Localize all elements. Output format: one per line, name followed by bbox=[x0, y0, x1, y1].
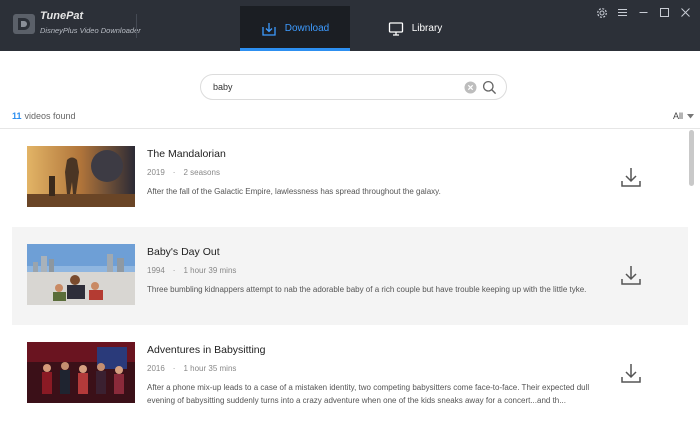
video-info: The Mandalorian 2019 · 2 seasons After t… bbox=[147, 148, 602, 198]
filter-dropdown[interactable]: All bbox=[673, 111, 694, 121]
results-count-label: videos found bbox=[24, 111, 76, 121]
video-description: After a phone mix-up leads to a case of … bbox=[147, 383, 590, 405]
search-box bbox=[200, 74, 507, 100]
tab-library[interactable]: Library bbox=[360, 6, 470, 51]
search-icon[interactable] bbox=[482, 80, 497, 95]
video-duration: 2 seasons bbox=[183, 168, 220, 177]
close-icon[interactable] bbox=[679, 6, 692, 19]
download-icon[interactable] bbox=[620, 166, 642, 188]
video-year: 2016 bbox=[147, 364, 165, 373]
video-description: After the fall of the Galactic Empire, l… bbox=[147, 187, 441, 196]
video-list: The Mandalorian 2019 · 2 seasons After t… bbox=[12, 129, 690, 441]
video-duration: 1 hour 35 mins bbox=[183, 364, 237, 373]
app-name: TunePat bbox=[40, 10, 84, 22]
monitor-icon bbox=[388, 21, 403, 36]
video-thumbnail bbox=[27, 342, 135, 403]
active-tab-indicator bbox=[240, 48, 350, 51]
results-count-number: 11 bbox=[12, 111, 22, 121]
video-thumbnail bbox=[27, 244, 135, 305]
filter-value: All bbox=[672, 111, 683, 121]
chevron-down-icon bbox=[687, 113, 694, 118]
video-info: Adventures in Babysitting 2016 · 1 hour … bbox=[147, 344, 602, 407]
app-subtitle: DisneyPlus Video Downloader bbox=[40, 26, 141, 35]
minimize-icon[interactable] bbox=[637, 6, 650, 19]
video-row: Baby's Day Out 1994 · 1 hour 39 mins Thr… bbox=[12, 227, 688, 325]
tab-library-label: Library bbox=[411, 23, 443, 34]
tab-download[interactable]: Download bbox=[240, 6, 350, 51]
download-tray-icon bbox=[262, 22, 276, 36]
video-row: Adventures in Babysitting 2016 · 1 hour … bbox=[12, 325, 688, 423]
tab-download-label: Download bbox=[284, 23, 330, 34]
clear-search-icon[interactable] bbox=[464, 81, 477, 94]
video-year: 1994 bbox=[147, 266, 165, 275]
results-count: 11 videos found bbox=[12, 111, 76, 121]
scrollbar[interactable] bbox=[689, 130, 694, 186]
download-icon[interactable] bbox=[620, 362, 642, 384]
menu-icon[interactable] bbox=[616, 6, 629, 19]
video-meta: 1994 · 1 hour 39 mins bbox=[147, 266, 237, 275]
maximize-icon[interactable] bbox=[658, 6, 671, 19]
tunepat-logo-icon bbox=[13, 14, 35, 34]
video-info: Baby's Day Out 1994 · 1 hour 39 mins Thr… bbox=[147, 246, 602, 296]
video-title: The Mandalorian bbox=[147, 148, 226, 160]
title-bar: TunePat DisneyPlus Video Downloader Down… bbox=[0, 0, 700, 51]
video-title: Adventures in Babysitting bbox=[147, 344, 266, 356]
video-year: 2019 bbox=[147, 168, 165, 177]
window-controls bbox=[595, 6, 692, 19]
video-meta: 2019 · 2 seasons bbox=[147, 168, 220, 177]
video-thumbnail bbox=[27, 146, 135, 207]
search-input[interactable] bbox=[213, 80, 453, 94]
video-row: The Mandalorian 2019 · 2 seasons After t… bbox=[12, 129, 688, 227]
titlebar-divider bbox=[136, 14, 137, 38]
gear-icon[interactable] bbox=[595, 6, 608, 19]
video-title: Baby's Day Out bbox=[147, 246, 220, 258]
video-duration: 1 hour 39 mins bbox=[183, 266, 237, 275]
video-description: Three bumbling kidnappers attempt to nab… bbox=[147, 285, 587, 294]
download-icon[interactable] bbox=[620, 264, 642, 286]
video-meta: 2016 · 1 hour 35 mins bbox=[147, 364, 237, 373]
